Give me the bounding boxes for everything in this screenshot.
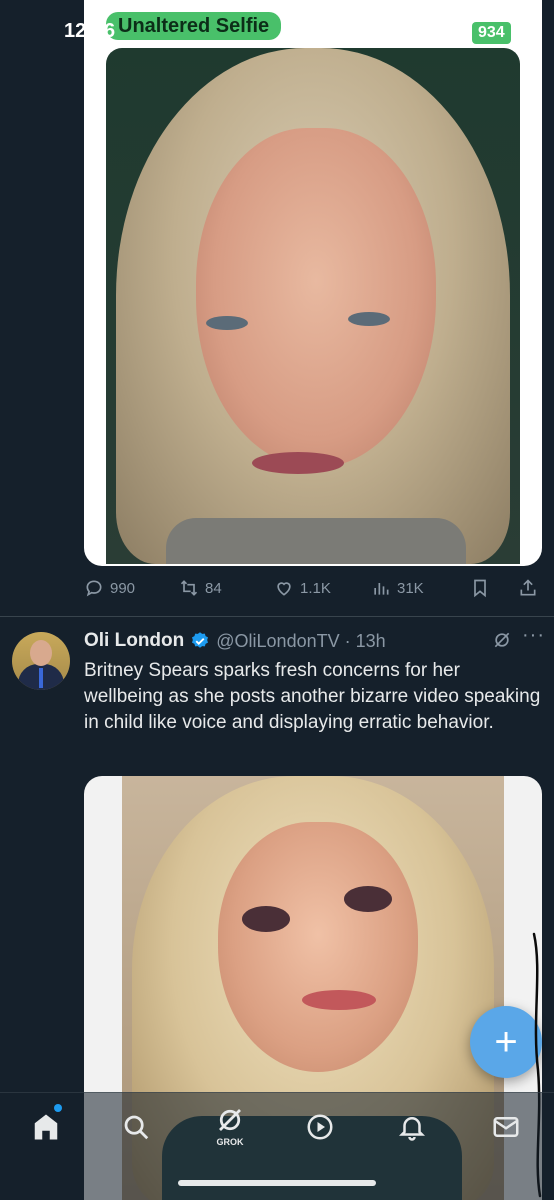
nav-home[interactable] xyxy=(26,1107,66,1147)
nav-grok[interactable]: GROK xyxy=(210,1101,250,1151)
photo-eye xyxy=(242,906,290,932)
share-icon xyxy=(520,579,536,596)
photo-lips xyxy=(302,990,376,1010)
repost-count: 84 xyxy=(205,579,222,597)
reply-button[interactable]: 990 xyxy=(84,578,135,598)
photo-face xyxy=(218,822,418,1072)
more-options-button[interactable]: ··· xyxy=(522,624,545,647)
views-chart-icon xyxy=(374,583,389,595)
views-button[interactable]: 31K xyxy=(371,578,424,598)
photo-shirt xyxy=(166,518,466,564)
bell-icon xyxy=(398,1117,426,1141)
timeline: Unaltered Selfie 934 12:36 990 84 1.1K 3… xyxy=(0,0,554,1200)
avatar-head xyxy=(30,640,52,666)
like-count: 1.1K xyxy=(300,579,331,597)
heart-icon xyxy=(277,582,291,596)
tweet-header: Oli London @OliLondonTV · 13h ··· xyxy=(84,624,544,654)
photo-eye xyxy=(344,886,392,912)
nav-search[interactable] xyxy=(116,1107,156,1147)
tweet-text: Britney Spears sparks fresh concerns for… xyxy=(84,660,541,733)
media-overlay-label: Unaltered Selfie xyxy=(106,12,282,40)
home-notification-dot xyxy=(54,1104,62,1112)
repost-icon xyxy=(180,580,198,596)
photo-eye xyxy=(206,316,248,330)
view-count: 31K xyxy=(397,579,424,597)
nav-grok-label: GROK xyxy=(216,1137,244,1147)
play-icon xyxy=(307,1114,333,1140)
nav-notifications[interactable] xyxy=(392,1107,432,1147)
like-button[interactable]: 1.1K xyxy=(274,578,331,598)
reply-icon xyxy=(86,580,102,597)
author-name[interactable]: Oli London xyxy=(84,630,184,652)
grok-icon[interactable] xyxy=(492,630,512,650)
media-overlay-count: 934 xyxy=(472,22,511,44)
home-icon xyxy=(34,1114,58,1140)
selfie-photo[interactable] xyxy=(106,48,520,564)
photo-face xyxy=(196,128,436,468)
photo-eye xyxy=(348,312,390,326)
avatar-tie xyxy=(39,668,43,688)
search-icon xyxy=(124,1115,149,1140)
reply-count: 990 xyxy=(110,579,136,597)
envelope-icon xyxy=(493,1117,519,1137)
bookmark-icon xyxy=(474,579,486,598)
author-avatar[interactable] xyxy=(12,632,70,690)
tweet-media-card[interactable] xyxy=(84,0,542,566)
grok-icon xyxy=(219,1109,241,1131)
tweet-action-bar: 990 84 1.1K 31K xyxy=(84,574,542,602)
status-time: 12:36 xyxy=(64,20,116,42)
home-indicator[interactable] xyxy=(178,1180,376,1186)
author-handle-time[interactable]: @OliLondonTV · 13h xyxy=(216,631,385,652)
nav-messages[interactable] xyxy=(486,1107,526,1147)
nav-video[interactable] xyxy=(300,1107,340,1147)
share-button[interactable] xyxy=(518,578,544,598)
tweet-divider xyxy=(0,616,554,617)
bookmark-button[interactable] xyxy=(470,578,496,598)
repost-button[interactable]: 84 xyxy=(179,578,222,598)
photo-lips xyxy=(252,452,344,474)
verified-badge-icon xyxy=(192,632,209,648)
